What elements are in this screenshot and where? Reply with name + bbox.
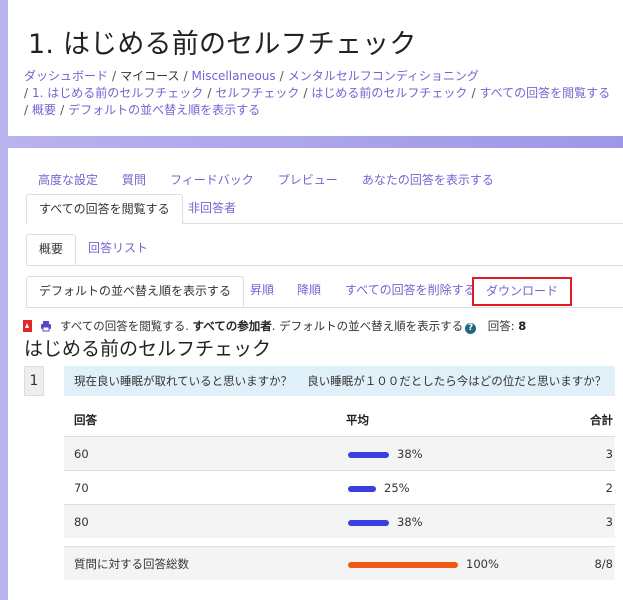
tab-feedback[interactable]: フィードバック [158,170,266,190]
header-total: 合計 [590,413,613,427]
tab-default-order[interactable]: デフォルトの並べ替え順を表示する [26,276,245,307]
tertiary-tabs: デフォルトの並べ替え順を表示する 昇順 降順 すべての回答を削除する ダウンロー… [26,276,623,308]
primary-tabs-row2: すべての回答を閲覧する 非回答者 [26,194,623,225]
results-header-row: 回答 平均 合計 [64,404,615,436]
tab-questions[interactable]: 質問 [110,170,158,190]
tab-descending[interactable]: 降順 [285,276,333,306]
header-answer: 回答 [74,413,97,427]
tab-non-respondents[interactable]: 非回答者 [176,194,248,224]
question-text: 現在良い睡眠が取れていると思いますか？ 良い睡眠が１００だとしたら今はどの位だと… [64,366,615,396]
page-title: 1. はじめる前のセルフチェック [28,29,417,60]
print-icon[interactable] [40,320,52,332]
tab-download[interactable]: ダウンロード [472,277,573,306]
survey-title: はじめる前のセルフチェック [24,338,272,360]
secondary-tabs: 概要 回答リスト [26,234,623,266]
main-content: 高度な設定 質問 フィードバック プレビュー あなたの回答を表示する すべての回… [8,148,623,600]
row-percent: 25% [384,481,410,495]
summary-suffix: . デフォルトの並べ替え順を表示する [271,319,464,333]
row-count: 2 [605,481,613,495]
breadcrumb-default-order[interactable]: デフォルトの並べ替え順を表示する [68,103,260,117]
breadcrumb-selfcheck[interactable]: セルフチェック [215,86,299,100]
row-count: 3 [605,447,613,461]
summary-prefix: すべての回答を閲覧する. [60,319,193,333]
total-label: 質問に対する回答総数 [74,557,189,571]
tab-my-responses[interactable]: あなたの回答を表示する [350,170,506,190]
tab-ascending[interactable]: 昇順 [238,276,286,306]
percent-bar [348,486,376,492]
results-table: 回答 平均 合計 60 38% 3 70 25% 2 80 38% 3 質問に対… [64,404,615,580]
row-answer: 70 [74,481,89,495]
total-row: 質問に対する回答総数 100% 8/8 [64,546,615,580]
row-answer: 80 [74,515,89,529]
tab-preview[interactable]: プレビュー [266,170,350,190]
table-row: 80 38% 3 [64,504,615,538]
row-count: 3 [605,515,613,529]
row-percent: 38% [397,515,423,529]
responses-label: 回答: [487,319,515,333]
tab-advanced-settings[interactable]: 高度な設定 [26,170,110,190]
row-percent: 38% [397,447,423,461]
tab-response-list[interactable]: 回答リスト [76,234,160,264]
breadcrumb-section[interactable]: 1. はじめる前のセルフチェック [32,86,203,100]
breadcrumb-miscellaneous[interactable]: Miscellaneous [192,69,276,83]
total-count: 8/8 [594,557,613,571]
breadcrumb-dashboard[interactable]: ダッシュボード [24,69,108,83]
tab-summary[interactable]: 概要 [26,234,77,265]
pdf-icon[interactable] [22,320,34,332]
page-header: 1. はじめる前のセルフチェック ダッシュボード / マイコース / Miscellan… [8,0,623,136]
question-number: 1 [24,366,44,396]
percent-bar [348,520,389,526]
breadcrumb-view-all[interactable]: すべての回答を閲覧する [479,86,610,100]
tab-view-all-responses[interactable]: すべての回答を閲覧する [26,194,183,225]
summary-participants: すべての参加者 [192,319,272,333]
row-answer: 60 [74,447,89,461]
breadcrumb-summary[interactable]: 概要 [32,103,56,117]
percent-bar [348,452,389,458]
breadcrumb-my-courses: マイコース [120,69,180,83]
total-percent: 100% [466,557,499,571]
header-average: 平均 [346,413,369,427]
breadcrumb-course[interactable]: メンタルセルフコンディショニング [288,69,479,83]
total-percent-bar [348,562,458,568]
summary-line: すべての回答を閲覧する. すべての参加者. デフォルトの並べ替え順を表示する? … [22,318,619,334]
responses-count: 8 [518,319,527,333]
help-icon[interactable]: ? [465,323,477,334]
breadcrumb-activity[interactable]: はじめる前のセルフチェック [311,86,467,100]
breadcrumb: ダッシュボード / マイコース / Miscellaneous / メンタルセルフコンディシ… [24,69,611,117]
table-row: 60 38% 3 [64,436,615,470]
tab-delete-all-responses[interactable]: すべての回答を削除する [333,276,488,306]
primary-tabs: 高度な設定 質問 フィードバック プレビュー あなたの回答を表示する [26,170,623,190]
table-row: 70 25% 2 [64,470,615,504]
